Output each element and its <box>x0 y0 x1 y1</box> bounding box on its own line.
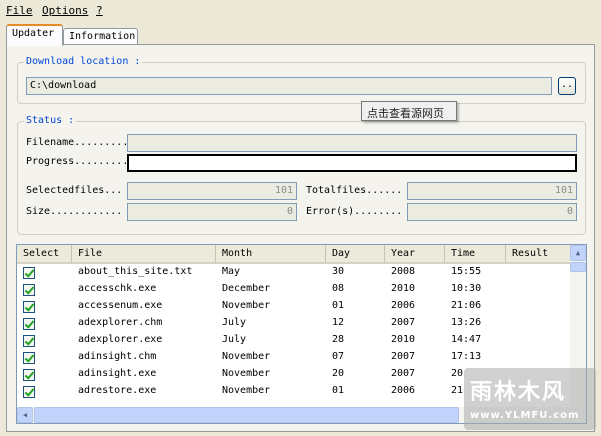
scroll-left-icon[interactable]: ◀ <box>17 407 33 423</box>
cell-month: December <box>222 283 271 294</box>
browse-button[interactable]: .. <box>558 77 576 95</box>
selectedfiles-field: 101 <box>127 182 297 200</box>
cell-year: 2008 <box>391 266 416 277</box>
cell-year: 2007 <box>391 317 416 328</box>
row-checkbox[interactable] <box>23 318 35 330</box>
tab-updater[interactable]: Updater <box>6 24 63 46</box>
cell-file: adexplorer.chm <box>78 317 163 328</box>
horizontal-scroll-thumb[interactable] <box>34 407 459 423</box>
tooltip: 点击查看源网页 <box>361 101 457 121</box>
cell-day: 20 <box>332 368 345 379</box>
selectedfiles-label: Selectedfiles... <box>26 185 123 196</box>
column-header-file[interactable]: File <box>72 245 216 262</box>
table-row[interactable]: adexplorer.chm July 12 2007 13:26 <box>17 315 571 332</box>
cell-year: 2006 <box>391 385 416 396</box>
size-field: 0 <box>127 203 297 221</box>
row-checkbox[interactable] <box>23 369 35 381</box>
cell-day: 08 <box>332 283 345 294</box>
cell-time: 17:13 <box>451 351 482 362</box>
cell-day: 01 <box>332 300 345 311</box>
totalfiles-field: 101 <box>407 182 577 200</box>
progress-label: Progress......... <box>26 156 129 167</box>
table-row[interactable]: adinsight.chm November 07 2007 17:13 <box>17 349 571 366</box>
menu-options[interactable]: Options <box>42 4 88 17</box>
row-checkbox[interactable] <box>23 335 35 347</box>
cell-year: 2010 <box>391 283 416 294</box>
menu-file[interactable]: File <box>6 4 33 17</box>
cell-day: 12 <box>332 317 345 328</box>
cell-day: 28 <box>332 334 345 345</box>
status-title: Status : <box>24 115 77 126</box>
cell-month: July <box>222 334 247 345</box>
scroll-up-icon[interactable]: ▲ <box>570 245 586 261</box>
cell-month: November <box>222 351 271 362</box>
column-header-select[interactable]: Select <box>17 245 72 262</box>
cell-file: accesschk.exe <box>78 283 157 294</box>
progress-bar <box>127 154 577 172</box>
watermark-logo: 雨林木风 <box>470 380 567 405</box>
cell-day: 07 <box>332 351 345 362</box>
cell-month: July <box>222 317 247 328</box>
cell-month: November <box>222 368 271 379</box>
table-row[interactable]: adexplorer.exe July 28 2010 14:47 <box>17 332 571 349</box>
cell-month: May <box>222 266 241 277</box>
row-checkbox[interactable] <box>23 352 35 364</box>
watermark: 雨林木风 www.YLMFU.com <box>464 368 596 430</box>
column-header-year[interactable]: Year <box>385 245 445 262</box>
column-header-result[interactable]: Result <box>506 245 571 262</box>
cell-day: 01 <box>332 385 345 396</box>
cell-month: November <box>222 300 271 311</box>
column-header-day[interactable]: Day <box>326 245 385 262</box>
cell-file: adinsight.exe <box>78 368 157 379</box>
cell-file: accessenum.exe <box>78 300 163 311</box>
cell-time: 20 <box>451 368 464 379</box>
cell-file: about_this_site.txt <box>78 266 193 277</box>
menu-help[interactable]: ? <box>96 4 103 17</box>
cell-day: 30 <box>332 266 345 277</box>
row-checkbox[interactable] <box>23 284 35 296</box>
filename-field <box>127 134 577 152</box>
table-row[interactable]: accessenum.exe November 01 2006 21:06 <box>17 298 571 315</box>
download-location-group: Download location : C:\download .. <box>17 56 586 104</box>
filename-label: Filename......... <box>26 137 129 148</box>
cell-file: adinsight.chm <box>78 351 157 362</box>
errors-label: Error(s)........ <box>306 206 403 217</box>
cell-time: 15:55 <box>451 266 482 277</box>
list-header: Select File Month Day Year Time Result <box>17 245 571 264</box>
cell-month: November <box>222 385 271 396</box>
watermark-url: www.YLMFU.com <box>470 410 580 421</box>
cell-time: 13:26 <box>451 317 482 328</box>
menu-bar: File Options ? <box>0 0 601 20</box>
errors-field: 0 <box>407 203 577 221</box>
cell-year: 2007 <box>391 351 416 362</box>
row-checkbox[interactable] <box>23 386 35 398</box>
download-location-title: Download location : <box>24 56 143 67</box>
cell-file: adrestore.exe <box>78 385 157 396</box>
table-row[interactable]: about_this_site.txt May 30 2008 15:55 <box>17 264 571 281</box>
cell-year: 2010 <box>391 334 416 345</box>
row-checkbox[interactable] <box>23 267 35 279</box>
download-path-field[interactable]: C:\download <box>26 77 552 95</box>
cell-file: adexplorer.exe <box>78 334 163 345</box>
totalfiles-label: Totalfiles...... <box>306 185 403 196</box>
table-row[interactable]: accesschk.exe December 08 2010 10:30 <box>17 281 571 298</box>
size-label: Size............ <box>26 206 123 217</box>
cell-time: 14:47 <box>451 334 482 345</box>
cell-time: 21 <box>451 385 464 396</box>
cell-year: 2006 <box>391 300 416 311</box>
status-group: Status : Filename......... Progress.....… <box>17 115 586 235</box>
vertical-scroll-thumb[interactable] <box>570 262 586 272</box>
column-header-month[interactable]: Month <box>216 245 326 262</box>
cell-year: 2007 <box>391 368 416 379</box>
cell-time: 21:06 <box>451 300 482 311</box>
cell-time: 10:30 <box>451 283 482 294</box>
row-checkbox[interactable] <box>23 301 35 313</box>
column-header-time[interactable]: Time <box>445 245 506 262</box>
